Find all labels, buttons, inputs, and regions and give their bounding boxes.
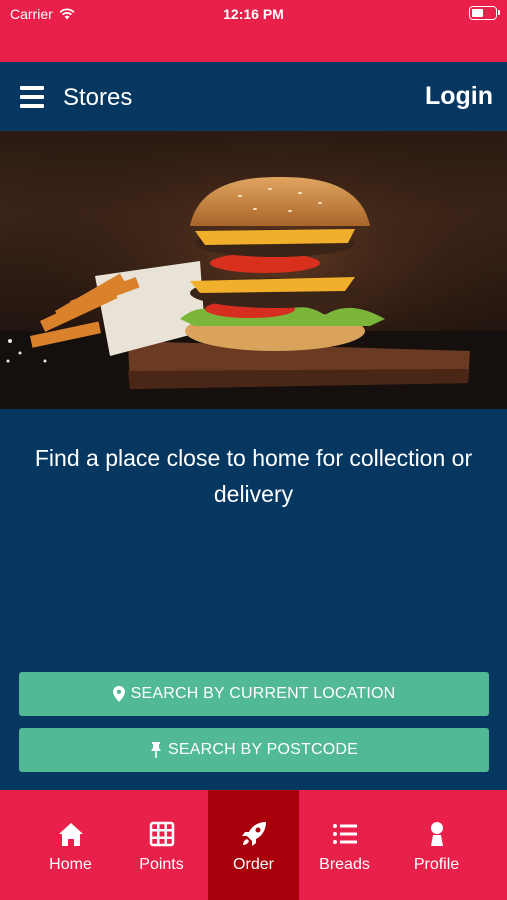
- hamburger-menu-icon[interactable]: [20, 86, 44, 108]
- map-pin-icon: [112, 686, 125, 702]
- nav-bar: Stores Login: [0, 62, 507, 131]
- status-time: 12:16 PM: [223, 6, 284, 22]
- search-current-location-label: SEARCH BY CURRENT LOCATION: [130, 685, 396, 702]
- burger-with-fries-photo: [0, 131, 507, 409]
- tab-profile[interactable]: Profile: [391, 790, 482, 900]
- push-pin-icon: [150, 742, 161, 758]
- login-button[interactable]: Login: [425, 82, 493, 111]
- search-current-location-button[interactable]: SEARCH BY CURRENT LOCATION: [19, 672, 489, 716]
- battery-level: [472, 9, 483, 17]
- tab-breads-label: Breads: [319, 856, 370, 873]
- grid-icon: [149, 821, 174, 847]
- rocket-icon: [241, 822, 266, 846]
- search-postcode-button[interactable]: SEARCH BY POSTCODE: [19, 728, 489, 772]
- list-icon: [332, 824, 357, 844]
- tab-order[interactable]: Order: [208, 790, 299, 900]
- tab-profile-label: Profile: [413, 856, 460, 873]
- tab-home-label: Home: [49, 856, 92, 873]
- status-bar: Carrier 12:16 PM: [0, 0, 507, 62]
- tab-order-label: Order: [233, 856, 274, 873]
- battery-icon: [469, 6, 500, 20]
- page-title: Stores: [63, 84, 133, 111]
- home-icon: [58, 823, 83, 846]
- person-icon: [430, 822, 443, 846]
- tab-home[interactable]: Home: [25, 790, 116, 900]
- search-postcode-label: SEARCH BY POSTCODE: [167, 741, 358, 758]
- hero-image: [0, 131, 507, 409]
- tab-points[interactable]: Points: [116, 790, 207, 900]
- tab-breads[interactable]: Breads: [299, 790, 390, 900]
- tab-points-label: Points: [139, 856, 184, 873]
- tab-bar: Home Points Order Breads Profile: [0, 790, 507, 900]
- tagline-text: Find a place close to home for collectio…: [34, 445, 473, 507]
